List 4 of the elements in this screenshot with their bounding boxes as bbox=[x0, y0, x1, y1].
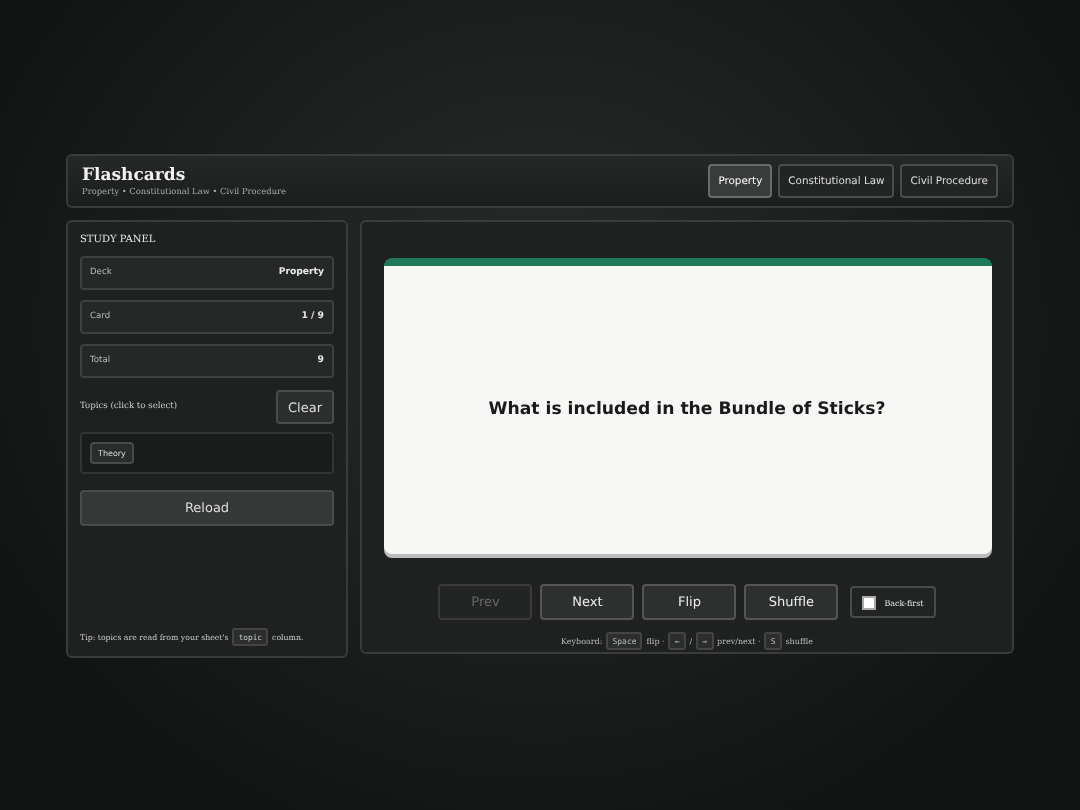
card-question: What is included in the Bundle of Sticks? bbox=[488, 400, 886, 420]
checkbox[interactable] bbox=[862, 595, 877, 609]
flashcard[interactable]: What is included in the Bundle of Sticks? bbox=[383, 258, 991, 554]
app-title: Flashcards bbox=[82, 166, 188, 186]
